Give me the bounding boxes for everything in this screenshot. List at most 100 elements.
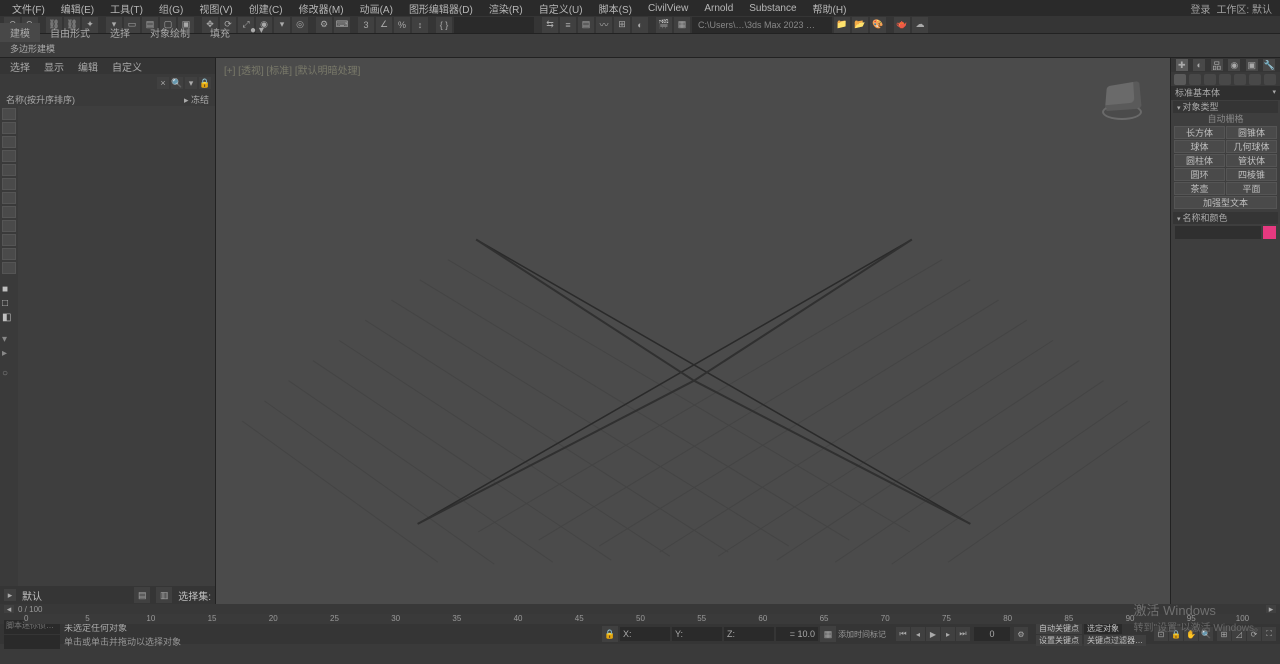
modify-tab[interactable]: ◐: [1193, 59, 1205, 71]
rollout-name-color[interactable]: 名称和颜色: [1173, 212, 1278, 224]
pivot-center[interactable]: ◎: [292, 17, 308, 33]
spinner-snap[interactable]: ↕: [412, 17, 428, 33]
btn-pyramid[interactable]: 四棱锥: [1226, 168, 1277, 181]
coord-y[interactable]: Y:: [672, 627, 722, 641]
create-tab[interactable]: ✚: [1176, 59, 1188, 71]
lp-object-list[interactable]: [18, 106, 215, 586]
utilities-tab[interactable]: 🔧: [1263, 59, 1275, 71]
lock-selection-icon[interactable]: 🔒: [602, 626, 618, 642]
current-frame[interactable]: 0: [974, 627, 1010, 641]
goto-start[interactable]: ⏮: [896, 627, 910, 641]
named-selection[interactable]: [454, 17, 534, 33]
lp-tab-custom[interactable]: 自定义: [112, 59, 142, 74]
lp-selset-icon2[interactable]: ▥: [156, 587, 172, 603]
mirror-button[interactable]: ⇆: [542, 17, 558, 33]
menu-view[interactable]: 视图(V): [191, 1, 240, 16]
filter-frozen-icon[interactable]: [2, 248, 16, 260]
filter-helper-icon[interactable]: [2, 164, 16, 176]
render-production[interactable]: 🎨: [870, 17, 886, 33]
render-online[interactable]: ☁: [912, 17, 928, 33]
orbit-icon[interactable]: ⟳: [1247, 627, 1261, 641]
lp-toggle-icon[interactable]: ▸: [4, 589, 16, 601]
lp-close[interactable]: ×: [157, 77, 169, 89]
menu-render[interactable]: 渲染(R): [481, 1, 531, 16]
login-link[interactable]: 登录: [1190, 1, 1210, 16]
ribbon-tab-populate[interactable]: 填充: [200, 23, 240, 42]
lp-tab-display[interactable]: 显示: [44, 59, 64, 74]
object-name-input[interactable]: [1175, 226, 1261, 239]
maximize-viewport-icon[interactable]: ⛶: [1262, 627, 1276, 641]
viewport[interactable]: [+] [透视] [标准] [默认明暗处理]: [216, 58, 1170, 604]
select-lock-icon[interactable]: 🔒: [1169, 627, 1183, 641]
lp-selset-icon[interactable]: ▤: [134, 587, 150, 603]
btn-plane[interactable]: 平面: [1226, 182, 1277, 195]
grid-spacing[interactable]: = 10.0: [776, 627, 818, 641]
ribbon-tab-selection[interactable]: 选择: [100, 23, 140, 42]
filter-xref-icon[interactable]: [2, 206, 16, 218]
toggle-grid-icon[interactable]: ▦: [820, 626, 836, 642]
btn-cone[interactable]: 圆锥体: [1226, 126, 1277, 139]
ribbon-tab-modeling[interactable]: 建模: [0, 23, 40, 42]
filter-group-icon[interactable]: [2, 192, 16, 204]
btn-geosphere[interactable]: 几何球体: [1226, 140, 1277, 153]
maxscript-input[interactable]: [4, 635, 60, 649]
coord-z[interactable]: Z:: [724, 627, 774, 641]
pan-view-icon[interactable]: ✋: [1184, 627, 1198, 641]
menu-file[interactable]: 文件(F): [4, 1, 53, 16]
btn-sphere[interactable]: 球体: [1174, 140, 1225, 153]
lp-tab-edit[interactable]: 编辑: [78, 59, 98, 74]
zoom-icon[interactable]: 🔍: [1199, 627, 1213, 641]
hierarchy-tab[interactable]: 品: [1211, 59, 1223, 71]
time-config[interactable]: ⚙: [1014, 627, 1028, 641]
keyboard-shortcut[interactable]: ⌨: [334, 17, 350, 33]
lp-filter-icon[interactable]: ▾: [185, 77, 197, 89]
motion-tab[interactable]: ◉: [1228, 59, 1240, 71]
filter-all-icon[interactable]: ■: [2, 284, 16, 296]
cameras-subtab[interactable]: [1219, 74, 1231, 85]
tl-right-icon[interactable]: ▸: [1266, 605, 1276, 613]
btn-textplus[interactable]: 加强型文本: [1174, 196, 1277, 209]
lp-lock-icon[interactable]: 🔒: [199, 77, 211, 89]
tl-left-icon[interactable]: ◂: [4, 605, 14, 613]
isolate-icon[interactable]: ⊡: [1154, 627, 1168, 641]
btn-box[interactable]: 长方体: [1174, 126, 1225, 139]
autokey-button[interactable]: 自动关键点: [1036, 623, 1082, 634]
setkey-button[interactable]: 设置关键点: [1036, 635, 1082, 646]
autogrid-check[interactable]: 自动栅格: [1173, 113, 1278, 125]
geom-subtab[interactable]: [1174, 74, 1186, 85]
filter-spacewarp-icon[interactable]: [2, 178, 16, 190]
menu-customize[interactable]: 自定义(U): [531, 1, 591, 16]
filter-misc-icon[interactable]: ○: [2, 368, 16, 380]
selset-dropdown[interactable]: 选定对象: [1084, 623, 1122, 634]
material-editor[interactable]: ◐: [632, 17, 648, 33]
set-project[interactable]: 📂: [852, 17, 868, 33]
shapes-subtab[interactable]: [1189, 74, 1201, 85]
menu-arnold[interactable]: Arnold: [696, 3, 741, 14]
snap-toggle-3[interactable]: 3: [358, 17, 374, 33]
ribbon-expand[interactable]: ● ▾: [240, 23, 274, 42]
fov-icon[interactable]: ◿: [1232, 627, 1246, 641]
filter-bone-icon[interactable]: [2, 220, 16, 232]
menu-graph[interactable]: 图形编辑器(D): [401, 1, 481, 16]
helpers-subtab[interactable]: [1234, 74, 1246, 85]
object-color-swatch[interactable]: [1263, 226, 1276, 239]
lp-sort-label[interactable]: 名称(按升序排序): [6, 93, 75, 106]
coord-x[interactable]: X:: [620, 627, 670, 641]
menu-group[interactable]: 组(G): [151, 1, 191, 16]
time-ruler[interactable]: 0 5 10 15 20 25 30 35 40 45 50 55 60 65 …: [24, 614, 1248, 624]
lp-tab-select[interactable]: 选择: [10, 59, 30, 74]
menu-modifiers[interactable]: 修改器(M): [291, 1, 352, 16]
menu-script[interactable]: 脚本(S): [591, 1, 640, 16]
ribbon-tab-objpaint[interactable]: 对象绘制: [140, 23, 200, 42]
filter-light-icon[interactable]: [2, 136, 16, 148]
edit-selection-set[interactable]: { }: [436, 17, 452, 33]
menu-civilview[interactable]: CivilView: [640, 3, 696, 14]
goto-end[interactable]: ⏭: [956, 627, 970, 641]
percent-snap[interactable]: %: [394, 17, 410, 33]
zoom-extents-icon[interactable]: ⊞: [1217, 627, 1231, 641]
filter-hidden-icon[interactable]: [2, 262, 16, 274]
play-button[interactable]: ▶: [926, 627, 940, 641]
render-setup[interactable]: 🎬: [656, 17, 672, 33]
menu-tools[interactable]: 工具(T): [102, 1, 151, 16]
filter-shape-icon[interactable]: [2, 122, 16, 134]
